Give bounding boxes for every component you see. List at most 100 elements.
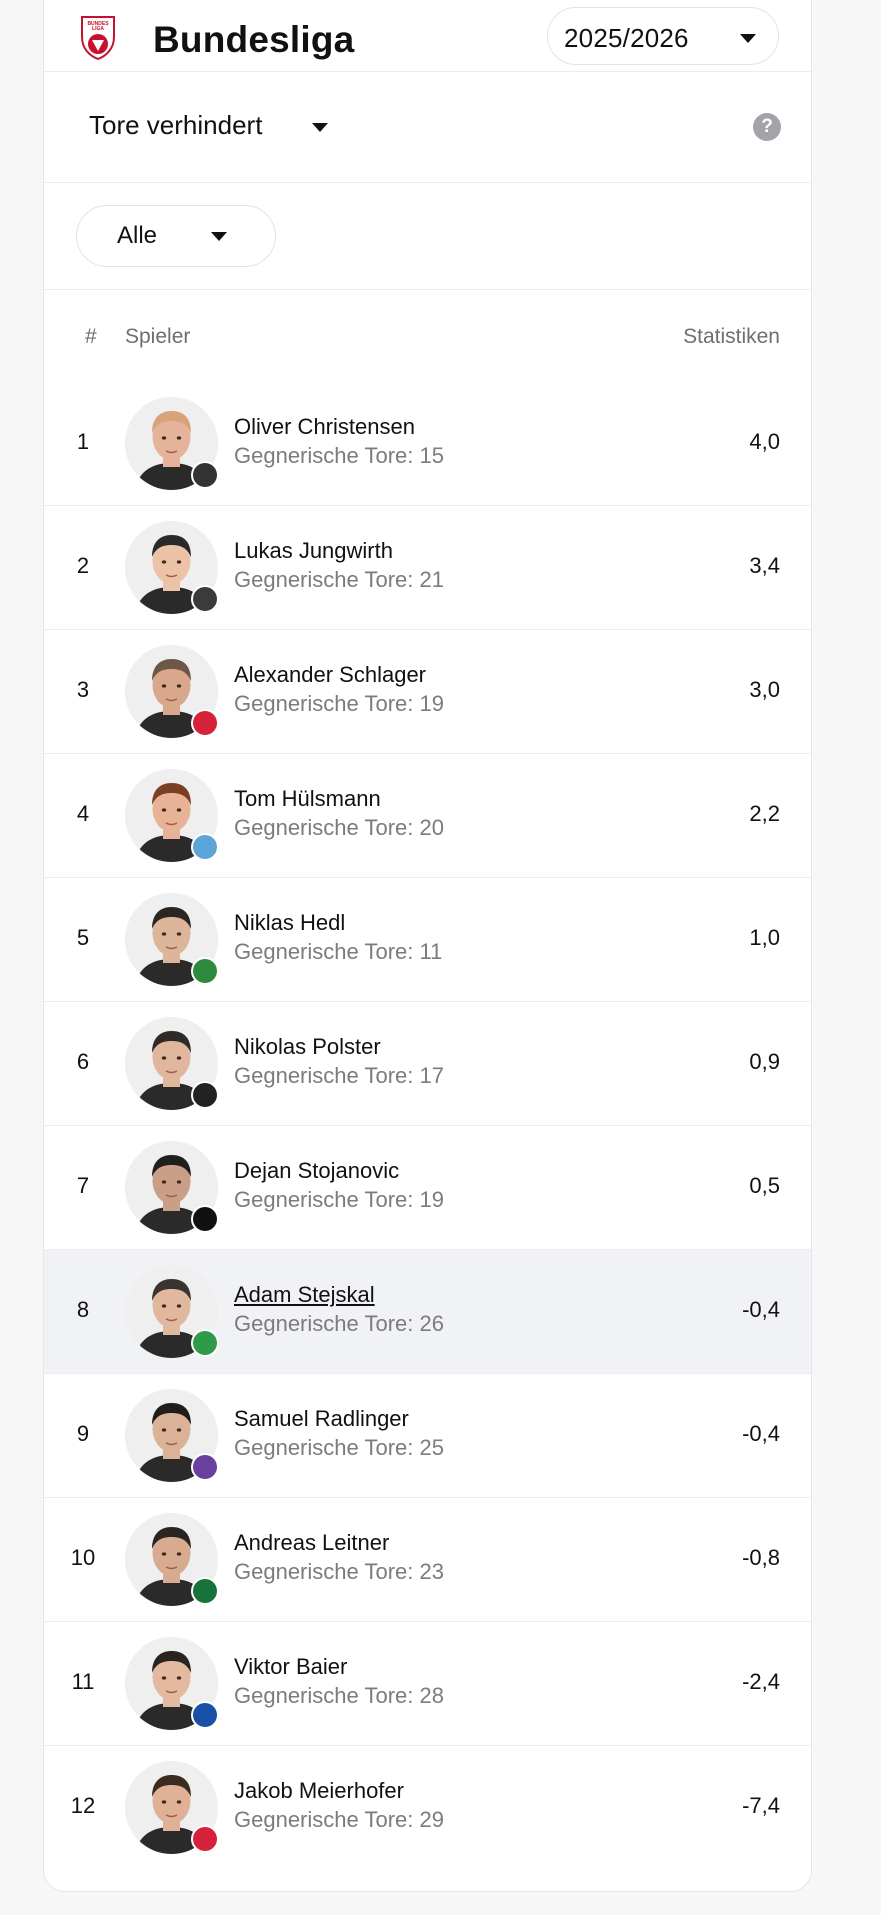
svg-text:LIGA: LIGA bbox=[92, 26, 104, 32]
player-stat-value: 4,0 bbox=[749, 429, 780, 454]
column-header-player: Spieler bbox=[125, 325, 191, 348]
player-avatar[interactable] bbox=[125, 397, 219, 490]
table-row[interactable]: 8 Adam Stejskal Gegnerische Tore: 26 -0,… bbox=[44, 1250, 811, 1374]
club-badge-icon bbox=[191, 461, 219, 489]
player-avatar[interactable] bbox=[125, 645, 219, 738]
player-goals-against: Gegnerische Tore: 28 bbox=[234, 1683, 444, 1708]
chevron-down-icon[interactable] bbox=[312, 123, 328, 132]
player-stat-value: 3,0 bbox=[749, 677, 780, 702]
club-badge-icon bbox=[191, 585, 219, 613]
player-avatar[interactable] bbox=[125, 1265, 219, 1358]
app-header: BUNDES LIGA Bundesliga 2025/2026 bbox=[44, 1, 811, 72]
player-avatar[interactable] bbox=[125, 1389, 219, 1482]
player-rank: 10 bbox=[70, 1545, 96, 1570]
table-row[interactable]: 10 Andreas Leitner Gegnerische Tore: 23 … bbox=[44, 1498, 811, 1622]
table-row[interactable]: 7 Dejan Stojanovic Gegnerische Tore: 19 … bbox=[44, 1126, 811, 1250]
season-select[interactable]: 2025/2026 bbox=[547, 7, 779, 65]
table-row[interactable]: 11 Viktor Baier Gegnerische Tore: 28 -2,… bbox=[44, 1622, 811, 1746]
club-badge-icon bbox=[191, 1825, 219, 1853]
chevron-down-icon bbox=[211, 232, 227, 241]
player-rank: 7 bbox=[76, 1173, 90, 1198]
player-list: 1 Oliver Christensen Gegnerische Tore: 1… bbox=[44, 382, 811, 1870]
table-row[interactable]: 6 Nikolas Polster Gegnerische Tore: 17 0… bbox=[44, 1002, 811, 1126]
player-goals-against: Gegnerische Tore: 21 bbox=[234, 567, 444, 592]
player-goals-against: Gegnerische Tore: 17 bbox=[234, 1063, 444, 1088]
player-goals-against: Gegnerische Tore: 19 bbox=[234, 691, 444, 716]
player-name[interactable]: Jakob Meierhofer bbox=[234, 1778, 404, 1804]
table-row[interactable]: 12 Jakob Meierhofer Gegnerische Tore: 29… bbox=[44, 1746, 811, 1870]
player-name[interactable]: Oliver Christensen bbox=[234, 414, 415, 440]
player-stat-value: 0,9 bbox=[749, 1049, 780, 1074]
player-avatar[interactable] bbox=[125, 1637, 219, 1730]
player-rank: 11 bbox=[71, 1669, 95, 1694]
player-stat-value: 1,0 bbox=[749, 925, 780, 950]
column-header-rank: # bbox=[85, 325, 97, 348]
filter-select[interactable]: Alle bbox=[76, 205, 276, 267]
table-row[interactable]: 5 Niklas Hedl Gegnerische Tore: 11 1,0 bbox=[44, 878, 811, 1002]
player-name[interactable]: Lukas Jungwirth bbox=[234, 538, 393, 564]
player-name[interactable]: Adam Stejskal bbox=[234, 1282, 375, 1308]
player-goals-against: Gegnerische Tore: 26 bbox=[234, 1311, 444, 1336]
player-stat-value: -7,4 bbox=[742, 1793, 780, 1818]
player-goals-against: Gegnerische Tore: 25 bbox=[234, 1435, 444, 1460]
player-name[interactable]: Samuel Radlinger bbox=[234, 1406, 409, 1432]
player-name[interactable]: Nikolas Polster bbox=[234, 1034, 381, 1060]
player-stat-value: 2,2 bbox=[749, 801, 780, 826]
player-goals-against: Gegnerische Tore: 29 bbox=[234, 1807, 444, 1832]
player-rank: 4 bbox=[76, 801, 90, 826]
player-rank: 6 bbox=[76, 1049, 90, 1074]
player-name[interactable]: Viktor Baier bbox=[234, 1654, 347, 1680]
player-goals-against: Gegnerische Tore: 19 bbox=[234, 1187, 444, 1212]
help-icon[interactable]: ? bbox=[753, 113, 781, 141]
player-stat-value: -2,4 bbox=[742, 1669, 780, 1694]
player-avatar[interactable] bbox=[125, 769, 219, 862]
player-avatar[interactable] bbox=[125, 1141, 219, 1234]
table-header: # Spieler Statistiken bbox=[44, 290, 811, 382]
ranking-card: BUNDES LIGA Bundesliga 2025/2026 Tore ve… bbox=[43, 0, 812, 1892]
player-avatar[interactable] bbox=[125, 893, 219, 986]
club-badge-icon bbox=[191, 1081, 219, 1109]
club-badge-icon bbox=[191, 1577, 219, 1605]
table-row[interactable]: 2 Lukas Jungwirth Gegnerische Tore: 21 3… bbox=[44, 506, 811, 630]
page-title: Bundesliga bbox=[153, 19, 355, 60]
club-badge-icon bbox=[191, 1329, 219, 1357]
player-goals-against: Gegnerische Tore: 20 bbox=[234, 815, 444, 840]
player-avatar[interactable] bbox=[125, 1017, 219, 1110]
table-row[interactable]: 4 Tom Hülsmann Gegnerische Tore: 20 2,2 bbox=[44, 754, 811, 878]
player-avatar[interactable] bbox=[125, 1761, 219, 1854]
player-name[interactable]: Tom Hülsmann bbox=[234, 786, 381, 812]
player-rank: 1 bbox=[76, 429, 90, 454]
player-stat-value: -0,4 bbox=[742, 1297, 780, 1322]
club-badge-icon bbox=[191, 1701, 219, 1729]
player-avatar[interactable] bbox=[125, 521, 219, 614]
club-badge-icon bbox=[191, 957, 219, 985]
column-header-stats: Statistiken bbox=[683, 325, 780, 348]
filter-row: Alle bbox=[44, 183, 811, 290]
player-rank: 5 bbox=[76, 925, 90, 950]
player-rank: 8 bbox=[76, 1297, 90, 1322]
player-name[interactable]: Niklas Hedl bbox=[234, 910, 345, 936]
player-goals-against: Gegnerische Tore: 23 bbox=[234, 1559, 444, 1584]
table-row[interactable]: 9 Samuel Radlinger Gegnerische Tore: 25 … bbox=[44, 1374, 811, 1498]
player-goals-against: Gegnerische Tore: 11 bbox=[234, 939, 443, 964]
player-stat-value: 3,4 bbox=[749, 553, 780, 578]
club-badge-icon bbox=[191, 1453, 219, 1481]
club-badge-icon bbox=[191, 833, 219, 861]
club-badge-icon bbox=[191, 709, 219, 737]
table-row[interactable]: 3 Alexander Schlager Gegnerische Tore: 1… bbox=[44, 630, 811, 754]
metric-select[interactable]: Tore verhindert bbox=[89, 110, 262, 141]
player-rank: 12 bbox=[70, 1793, 96, 1818]
player-stat-value: -0,4 bbox=[742, 1421, 780, 1446]
player-avatar[interactable] bbox=[125, 1513, 219, 1606]
table-row[interactable]: 1 Oliver Christensen Gegnerische Tore: 1… bbox=[44, 382, 811, 506]
player-rank: 3 bbox=[76, 677, 90, 702]
player-stat-value: -0,8 bbox=[742, 1545, 780, 1570]
player-name[interactable]: Andreas Leitner bbox=[234, 1530, 389, 1556]
player-name[interactable]: Dejan Stojanovic bbox=[234, 1158, 399, 1184]
player-stat-value: 0,5 bbox=[749, 1173, 780, 1198]
chevron-down-icon bbox=[740, 34, 756, 43]
bundesliga-logo-icon[interactable]: BUNDES LIGA bbox=[78, 13, 118, 61]
season-value: 2025/2026 bbox=[564, 23, 689, 53]
player-name[interactable]: Alexander Schlager bbox=[234, 662, 426, 688]
filter-value: Alle bbox=[117, 222, 158, 249]
